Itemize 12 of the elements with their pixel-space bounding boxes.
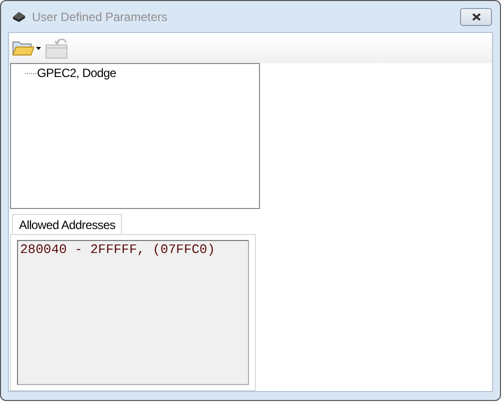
- tree-line: [25, 72, 36, 74]
- address-list[interactable]: 280040 - 2FFFFF, (07FFC0): [17, 240, 249, 385]
- tree-item[interactable]: GPEC2, Dodge: [37, 66, 116, 80]
- chip-icon: [12, 10, 26, 22]
- tab[interactable]: Allowed Addresses: [12, 214, 122, 234]
- folder-return-icon: [45, 37, 69, 59]
- folder-icon: [12, 39, 34, 57]
- open-folder-button[interactable]: [12, 39, 41, 57]
- window-title: User Defined Parameters: [32, 10, 168, 24]
- close-button[interactable]: [460, 8, 492, 26]
- dropdown-arrow-icon: [36, 46, 41, 50]
- close-icon: [472, 12, 480, 20]
